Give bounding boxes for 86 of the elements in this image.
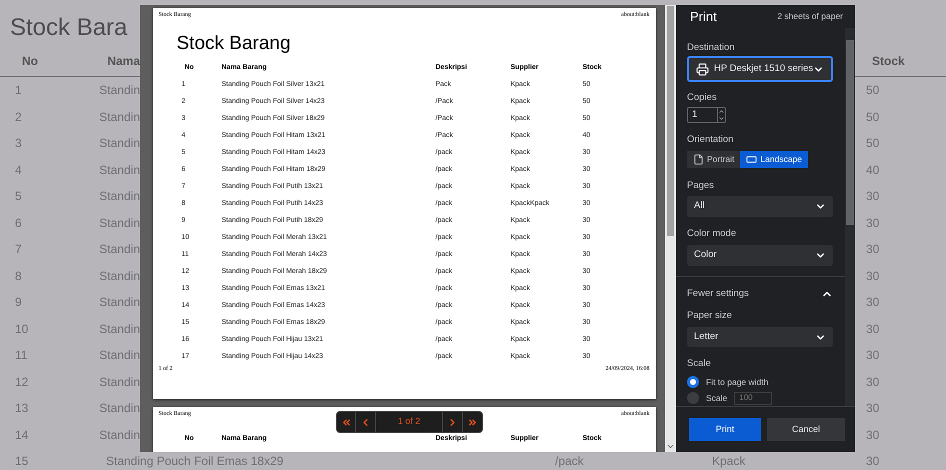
column-header: Nama <box>107 54 140 68</box>
table-cell-text: 30 <box>866 241 880 258</box>
table-cell-text: 50 <box>866 108 880 126</box>
table-cell-text: Standin <box>99 347 140 364</box>
table-cell-text: Standin <box>99 188 140 206</box>
table-cell: Standing Pouch Foil Emas 18x29 <box>106 454 284 468</box>
double-chevron-right-icon <box>467 416 478 428</box>
radio-button[interactable] <box>687 376 699 388</box>
table-cell: /pack <box>555 454 584 468</box>
table-cell-text: Standin <box>99 294 140 312</box>
field-label: Pages <box>687 178 714 193</box>
table-cell: 4 <box>15 162 22 177</box>
table-cell: 9 <box>15 295 22 310</box>
table-cell: 6 <box>15 216 22 230</box>
table-cell-text: Standin <box>99 162 140 179</box>
table-cell-text: Standin <box>99 268 140 285</box>
radio-label: Scale <box>706 392 728 404</box>
field-label: Copies <box>687 90 717 105</box>
table-cell: 15 <box>15 454 28 468</box>
table-cell: 30 <box>866 454 880 468</box>
table-cell-text: 30 <box>866 426 880 444</box>
orientation-option[interactable]: Landscape <box>740 151 808 168</box>
field-label: Orientation <box>687 132 734 147</box>
table-cell-text: Standin <box>99 320 140 338</box>
column-header: Stock <box>872 52 905 70</box>
sheet-count: 2 sheets of paper <box>777 10 843 23</box>
field-label: Scale <box>687 356 711 371</box>
select-field[interactable]: HP Deskjet 1510 series <box>687 56 833 82</box>
select-field[interactable]: Color <box>687 245 833 266</box>
select-field[interactable]: Letter <box>687 327 833 347</box>
printer-icon <box>696 62 709 76</box>
scroll-down-icon[interactable] <box>666 442 675 451</box>
table-cell-text: Standin <box>99 400 140 418</box>
field-label: Color mode <box>687 226 736 241</box>
table-cell-text: 30 <box>866 214 880 232</box>
table-cell-text: 40 <box>866 162 880 179</box>
table-cell: Kpack <box>712 454 746 468</box>
scrollbar-thumb[interactable] <box>667 6 674 236</box>
table-cell-text: 30 <box>866 320 880 338</box>
select-field[interactable]: All <box>687 196 833 217</box>
field-label: Destination <box>687 40 735 55</box>
table-cell-text: Standin <box>99 374 140 391</box>
table-cell-text: Standin <box>99 241 140 258</box>
table-cell: 12 <box>15 374 28 389</box>
table-cell-text: 30 <box>866 188 880 206</box>
page-title: Stock Barang <box>176 32 291 56</box>
field-label: Paper size <box>687 308 732 323</box>
table-cell: 5 <box>15 189 22 204</box>
table-cell: 7 <box>15 242 22 256</box>
table-cell-text: Standin <box>99 135 140 152</box>
scrollbar[interactable] <box>665 5 676 452</box>
table-cell-text: 50 <box>866 135 880 152</box>
portrait-page-icon <box>693 154 704 165</box>
table-cell-text: Standin <box>99 214 140 232</box>
print-button[interactable]: Print <box>689 418 761 441</box>
scrollbar-thumb[interactable] <box>846 40 854 225</box>
table-cell-text: 30 <box>866 347 880 364</box>
table-cell-text: 30 <box>866 294 880 312</box>
radio-label: Fit to page width <box>706 376 768 388</box>
table-cell: 14 <box>15 428 28 442</box>
table-cell-text: Standin <box>99 82 140 100</box>
spinner-arrows-icon[interactable] <box>717 108 725 122</box>
table-cell: 1 <box>15 83 22 98</box>
copies-field[interactable]: 1 <box>687 107 726 123</box>
table-cell-text: 30 <box>866 400 880 418</box>
page-indicator: 1 of 2 <box>398 415 420 428</box>
table-cell: 2 <box>15 110 22 124</box>
table-cell-text: 50 <box>866 82 880 100</box>
table-cell: 8 <box>15 268 22 283</box>
table-cell: 11 <box>15 348 28 362</box>
table-cell-text: 30 <box>866 374 880 391</box>
double-chevron-left-icon <box>340 416 352 428</box>
panel-title: Print <box>690 8 717 26</box>
table-cell: 3 <box>15 136 22 150</box>
scrollbar[interactable] <box>845 28 855 406</box>
page-title: Stock Bara <box>10 14 128 41</box>
cancel-button[interactable]: Cancel <box>767 418 845 441</box>
table-cell-text: 30 <box>866 268 880 285</box>
table-cell-text: Standin <box>99 426 140 444</box>
landscape-page-icon <box>746 154 758 165</box>
table-cell-text: Standin <box>99 108 140 126</box>
table-cell: 13 <box>15 401 28 416</box>
column-header: No <box>22 54 38 68</box>
table-cell: 10 <box>15 322 28 336</box>
fewer-settings-toggle[interactable]: Fewer settings <box>687 287 833 301</box>
orientation-option[interactable]: Portrait <box>687 151 740 168</box>
